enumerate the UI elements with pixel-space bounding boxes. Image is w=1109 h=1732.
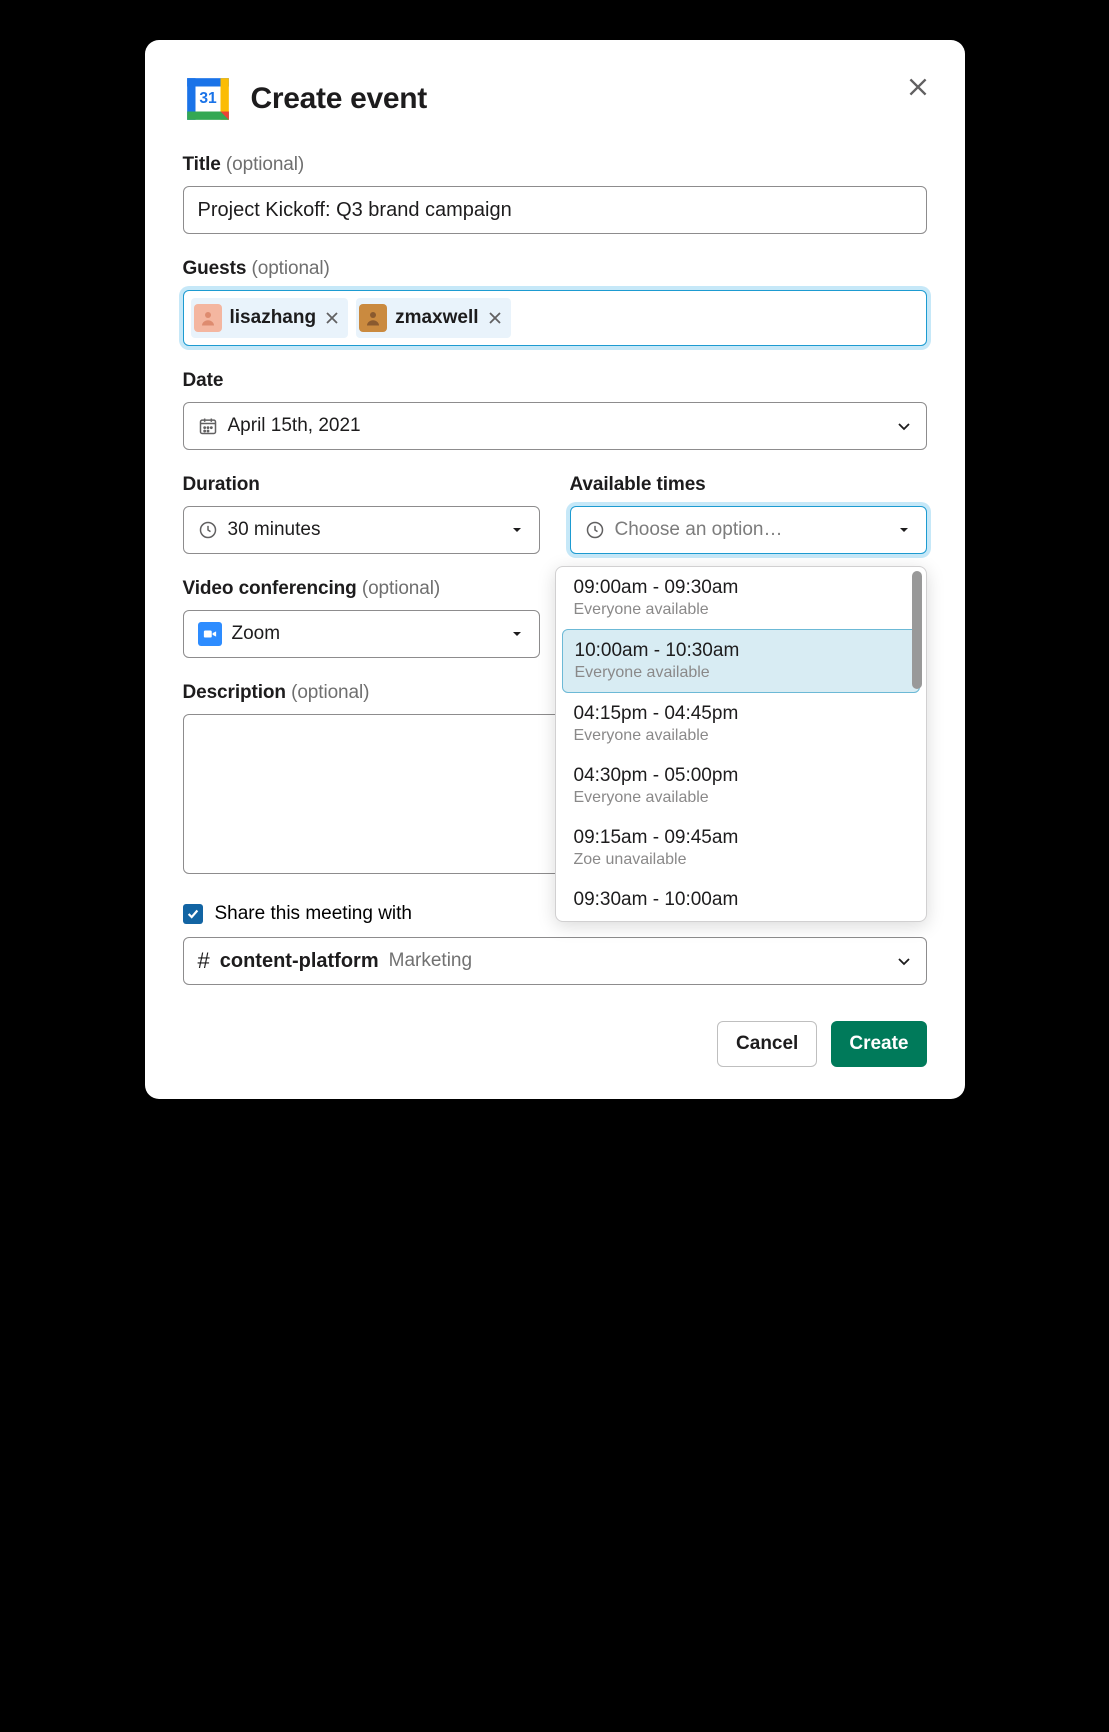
chevron-down-icon	[896, 418, 912, 434]
time-option[interactable]: 04:15pm - 04:45pm Everyone available	[556, 693, 926, 755]
time-option[interactable]: 04:30pm - 05:00pm Everyone available	[556, 755, 926, 817]
guest-chip[interactable]: zmaxwell	[356, 298, 510, 338]
clock-icon	[585, 520, 605, 540]
share-channel-select[interactable]: # content-platform Marketing	[183, 937, 927, 985]
modal-title: Create event	[251, 82, 428, 116]
title-input[interactable]: Project Kickoff: Q3 brand campaign	[183, 186, 927, 234]
date-field: Date April 15th, 2021	[183, 370, 927, 450]
time-option-label: 09:30am - 10:00am	[574, 889, 908, 911]
time-option-sub: Everyone available	[575, 664, 901, 682]
guests-label-optional: (optional)	[252, 258, 330, 279]
video-conferencing-field: Video conferencing (optional) Zoom	[183, 578, 540, 658]
time-option[interactable]: 10:00am - 10:30am Everyone available	[562, 629, 920, 693]
modal-footer: Cancel Create	[183, 1021, 927, 1067]
chevron-down-icon	[896, 522, 912, 538]
remove-guest-icon[interactable]	[324, 310, 340, 326]
share-label: Share this meeting with	[215, 903, 413, 925]
time-option[interactable]: 09:30am - 10:00am	[556, 879, 926, 921]
time-option[interactable]: 09:15am - 09:45am Zoe unavailable	[556, 817, 926, 879]
zoom-icon	[198, 622, 222, 646]
channel-name: content-platform	[220, 950, 379, 973]
guests-label-text: Guests	[183, 258, 247, 279]
date-value: April 15th, 2021	[228, 415, 886, 437]
available-times-select[interactable]: Choose an option…	[570, 506, 927, 554]
google-calendar-icon: 31	[183, 74, 233, 124]
time-option-label: 04:15pm - 04:45pm	[574, 703, 908, 725]
share-checkbox[interactable]	[183, 904, 203, 924]
video-value: Zoom	[232, 623, 499, 645]
available-times-placeholder: Choose an option…	[615, 519, 886, 541]
video-label-optional: (optional)	[362, 578, 440, 599]
time-option-label: 09:00am - 09:30am	[574, 577, 908, 599]
guest-chip-name: zmaxwell	[395, 307, 478, 329]
create-button[interactable]: Create	[831, 1021, 926, 1067]
time-option-label: 04:30pm - 05:00pm	[574, 765, 908, 787]
scrollbar[interactable]	[912, 571, 922, 917]
calendar-icon	[198, 416, 218, 436]
title-label: Title (optional)	[183, 154, 927, 176]
close-button[interactable]	[905, 74, 931, 105]
duration-value: 30 minutes	[228, 519, 499, 541]
guests-input[interactable]: lisazhang zmaxwell	[183, 290, 927, 346]
time-option-label: 09:15am - 09:45am	[574, 827, 908, 849]
remove-guest-icon[interactable]	[487, 310, 503, 326]
guests-field: Guests (optional) lisazhang zmaxwell	[183, 258, 927, 346]
description-label-text: Description	[183, 682, 286, 703]
title-input-value: Project Kickoff: Q3 brand campaign	[198, 199, 912, 222]
guests-label: Guests (optional)	[183, 258, 927, 280]
video-label-text: Video conferencing	[183, 578, 357, 599]
scrollbar-thumb[interactable]	[912, 571, 922, 689]
duration-label: Duration	[183, 474, 540, 496]
time-option-sub: Zoe unavailable	[574, 851, 908, 869]
title-label-text: Title	[183, 154, 221, 175]
time-option[interactable]: 09:00am - 09:30am Everyone available	[556, 567, 926, 629]
guest-chip-name: lisazhang	[230, 307, 317, 329]
chevron-down-icon	[896, 953, 912, 969]
clock-icon	[198, 520, 218, 540]
time-option-sub: Everyone available	[574, 727, 908, 745]
time-option-sub: Everyone available	[574, 789, 908, 807]
modal-header: 31 Create event	[183, 74, 927, 124]
avatar	[194, 304, 222, 332]
time-option-sub: Everyone available	[574, 601, 908, 619]
video-conferencing-label: Video conferencing (optional)	[183, 578, 540, 600]
duration-available-row: Duration 30 minutes Available times Choo…	[183, 474, 927, 554]
video-conferencing-select[interactable]: Zoom	[183, 610, 540, 658]
time-option-label: 10:00am - 10:30am	[575, 640, 901, 662]
hash-icon: #	[198, 948, 210, 974]
title-field: Title (optional) Project Kickoff: Q3 bra…	[183, 154, 927, 234]
duration-field: Duration 30 minutes	[183, 474, 540, 554]
avatar	[359, 304, 387, 332]
date-select[interactable]: April 15th, 2021	[183, 402, 927, 450]
description-label-optional: (optional)	[291, 682, 369, 703]
available-times-dropdown: 09:00am - 09:30am Everyone available 10:…	[555, 566, 927, 922]
guest-chip[interactable]: lisazhang	[191, 298, 349, 338]
channel-workspace: Marketing	[389, 950, 472, 972]
date-label: Date	[183, 370, 927, 392]
chevron-down-icon	[509, 626, 525, 642]
cancel-button[interactable]: Cancel	[717, 1021, 817, 1067]
available-times-label: Available times	[570, 474, 927, 496]
title-label-optional: (optional)	[226, 154, 304, 175]
duration-select[interactable]: 30 minutes	[183, 506, 540, 554]
create-event-modal: 31 Create event Title (optional) Project…	[145, 40, 965, 1099]
svg-text:31: 31	[199, 90, 217, 107]
available-times-field: Available times Choose an option…	[570, 474, 927, 554]
chevron-down-icon	[509, 522, 525, 538]
